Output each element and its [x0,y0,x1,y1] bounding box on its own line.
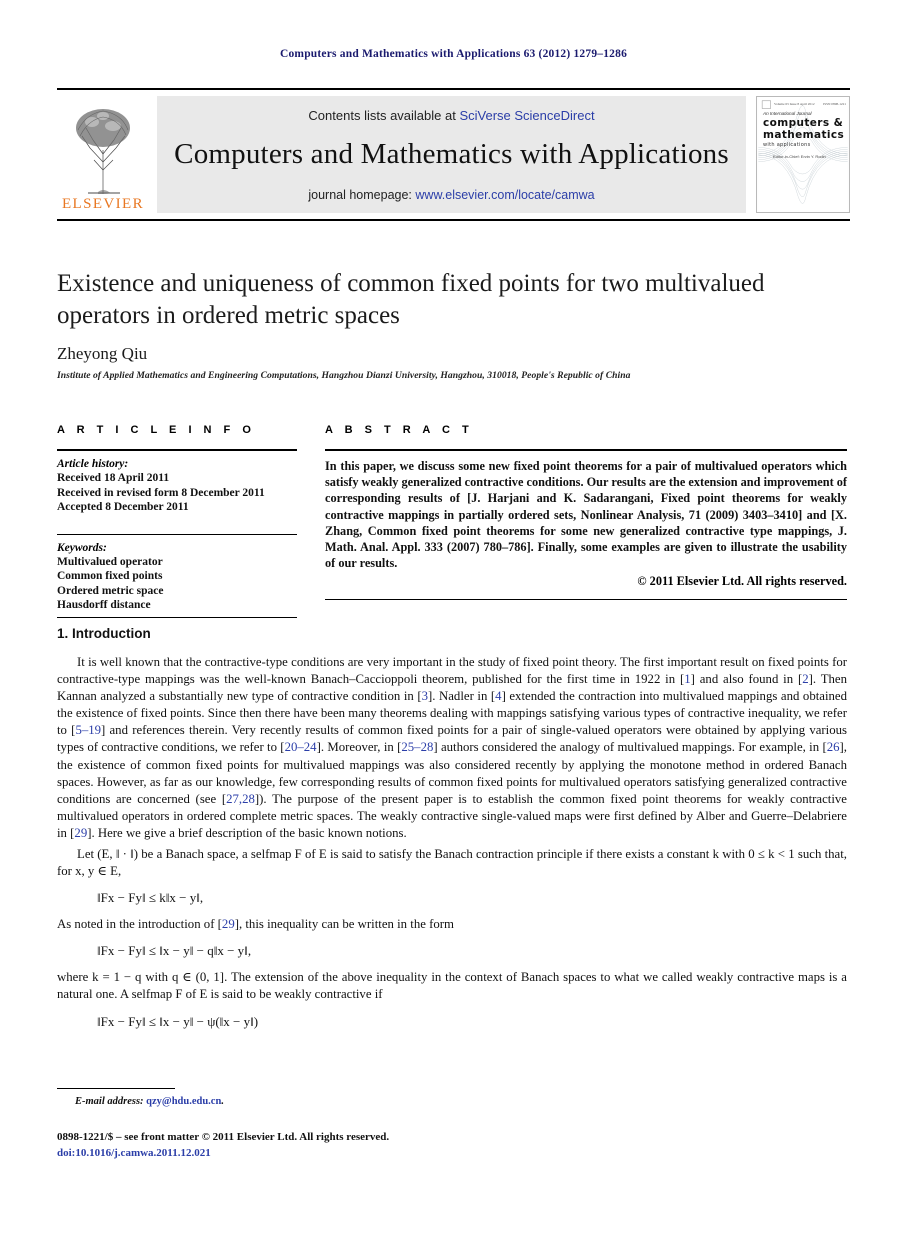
equation-2: ‖Fx − Fy‖ ≤ ‖x − y‖ − q‖x − y‖, [97,943,252,959]
doi-link[interactable]: doi:10.1016/j.camwa.2011.12.021 [57,1147,211,1159]
author-affiliation: Institute of Applied Mathematics and Eng… [57,370,631,381]
p1-g: ]. Moreover, in [ [316,740,402,755]
intro-paragraph-3: As noted in the introduction of [29], th… [57,916,847,933]
intro-paragraph-2: Let (E, ‖ · ‖) be a Banach space, a self… [57,847,847,879]
intro-paragraph-1: It is well known that the contractive-ty… [57,654,847,842]
citation-ref[interactable]: 29 [222,917,235,931]
article-history-received: Received 18 April 2011 [57,472,170,484]
abstract-column: A B S T R A C T In this paper, we discus… [325,424,847,607]
abstract-text: In this paper, we discuss some new fixed… [325,459,848,571]
footnote-rule [57,1088,175,1089]
article-history-revised: Received in revised form 8 December 2011 [57,486,265,499]
issn-copyright-line: 0898-1221/$ – see front matter © 2011 El… [57,1131,390,1143]
citation-ref[interactable]: 29 [74,826,87,840]
p3-b: ], this inequality can be written in the… [234,917,454,932]
citation-ref[interactable]: 20–24 [285,740,317,754]
article-info-rule-mid [57,533,297,535]
abstract-copyright: © 2011 Elsevier Ltd. All rights reserved… [637,574,847,589]
article-history-accepted: Accepted 8 December 2011 [57,501,189,513]
p1-k: ]. Here we give a brief description of t… [87,825,407,840]
elsevier-logo: ELSEVIER [57,90,149,219]
cover-volume: Volume 63 Issue 8 April 2012 [774,101,815,106]
keyword-item: Multivalued operator [57,555,163,568]
abstract-heading: A B S T R A C T [325,424,474,436]
article-body: 1. Introduction It is well known that th… [57,626,847,1040]
article-info-column: A R T I C L E I N F O Article history: R… [57,424,297,625]
p3-a: As noted in the introduction of [ [57,917,222,932]
keyword-item: Hausdorff distance [57,599,151,611]
cover-title-line-2: mathematics [763,129,845,141]
journal-band: Contents lists available at SciVerse Sci… [157,96,746,213]
journal-homepage-link[interactable]: www.elsevier.com/locate/camwa [415,188,594,202]
cover-title-line-3: with applications [763,142,811,148]
article-info-rule-bottom [57,616,297,618]
cover-topbar: Volume 63 Issue 8 April 2012 ISSN 0898-1… [760,99,846,108]
email-footnote: E-mail address: qzy@hdu.edu.cn. [75,1096,224,1107]
p1-h: ] authors considered the analogy of mult… [433,740,827,755]
equation-1: ‖Fx − Fy‖ ≤ k‖x − y‖, [97,890,204,906]
p1-b: ] and also found in [ [690,672,803,687]
journal-cover-thumbnail: Volume 63 Issue 8 April 2012 ISSN 0898-1… [756,96,850,213]
abstract-rule-bottom [325,599,847,601]
article-history-label: Article history: [57,458,129,470]
keyword-item: Common fixed points [57,570,163,582]
author-name: Zheyong Qiu [57,344,148,363]
contents-available-line: Contents lists available at SciVerse Sci… [308,108,594,123]
cover-editors: Editor-in-Chief: Ervin Y. Rodin [773,154,826,159]
page-title: Existence and uniqueness of common fixed… [57,270,765,329]
elsevier-tree-icon [76,109,130,194]
citation-ref[interactable]: 25–28 [401,740,433,754]
running-head: Computers and Mathematics with Applicati… [279,48,628,60]
citation-ref[interactable]: 27,28 [226,792,255,806]
sciencedirect-link[interactable]: SciVerse ScienceDirect [459,108,594,123]
article-info-heading: A R T I C L E I N F O [57,424,256,436]
cover-maintitle: computers & mathematics [763,117,844,141]
cover-issn: ISSN 0898-1221 [823,101,846,106]
elsevier-wordmark: ELSEVIER [61,196,145,212]
cover-subtitle: An International Journal [763,111,812,116]
homepage-prefix: journal homepage: [308,188,416,202]
email-link[interactable]: qzy@hdu.edu.cn [146,1096,221,1107]
abstract-rule-top [325,449,847,451]
p1-d: ]. Nadler in [ [428,689,496,704]
citation-ref[interactable]: 26 [827,740,840,754]
email-suffix: . [221,1096,224,1107]
contents-prefix: Contents lists available at [308,108,460,123]
email-label: E-mail address: [75,1096,144,1107]
keywords-label: Keywords: [57,541,107,554]
cover-title-line-1: computers & [763,117,844,129]
citation-ref[interactable]: 5–19 [75,723,101,737]
intro-paragraph-4: where k = 1 − q with q ∈ (0, 1]. The ext… [57,970,847,1002]
paper-page: Computers and Mathematics with Applicati… [0,0,907,1238]
journal-homepage-line: journal homepage: www.elsevier.com/locat… [308,188,594,202]
journal-title: Computers and Mathematics with Applicati… [174,138,729,170]
keyword-item: Ordered metric space [57,584,164,597]
journal-masthead: ELSEVIER Contents lists available at Sci… [57,88,850,221]
article-info-rule-top [57,449,297,451]
equation-3: ‖Fx − Fy‖ ≤ ‖x − y‖ − ψ(‖x − y‖) [97,1013,259,1029]
section-heading-introduction: 1. Introduction [57,626,151,641]
